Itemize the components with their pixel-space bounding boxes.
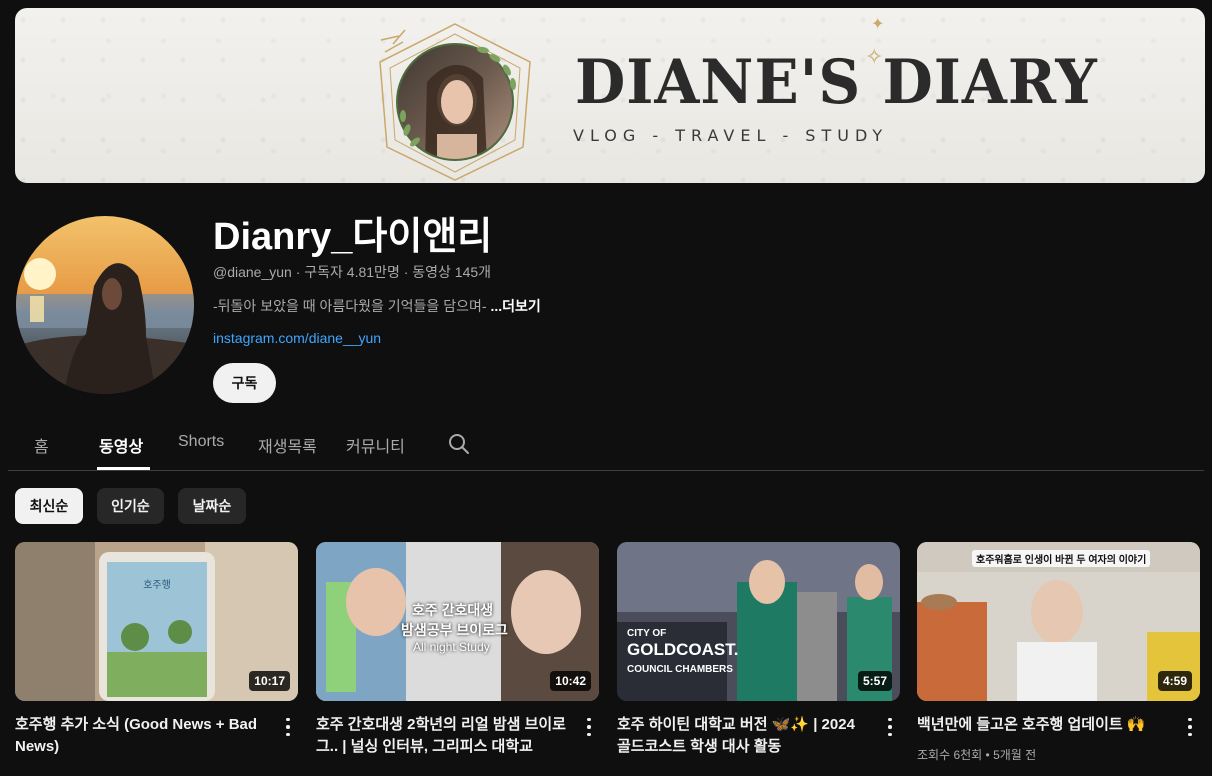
- video-duration: 4:59: [1157, 671, 1192, 691]
- chip-popular[interactable]: 인기순: [97, 488, 164, 524]
- channel-description: -뒤돌아 보았을 때 아름다웠을 기억들을 담으며- ...더보기: [213, 296, 541, 316]
- sparkle-icon: ✦: [871, 16, 885, 33]
- more-options-icon[interactable]: [581, 716, 597, 738]
- thumbnail-overlay-text: CITY OF: [627, 628, 667, 639]
- banner-subtitle: VLOG - TRAVEL - STUDY: [573, 126, 889, 145]
- description-text: -뒤돌아 보았을 때 아름다웠을 기억들을 담으며-: [213, 298, 487, 314]
- more-options-icon[interactable]: [1182, 716, 1198, 738]
- video-meta: 조회수 6천회 • 5개월 전: [917, 748, 1037, 762]
- channel-tabs: 홈 동영상 Shorts 재생목록 커뮤니티: [0, 425, 1212, 471]
- video-title[interactable]: 호주행 추가 소식 (Good News + Bad News): [15, 714, 267, 758]
- video-duration: 5:57: [857, 671, 892, 691]
- tab-shorts[interactable]: Shorts: [178, 433, 224, 451]
- youtube-channel-page: DIANE'S DIARY VLOG - TRAVEL - STUDY ✦ ✧ …: [0, 0, 1212, 776]
- video-title[interactable]: 백년만에 들고온 호주행 업데이트 🙌: [917, 714, 1169, 736]
- thumbnail-overlay-text: GOLDCOAST.: [627, 640, 739, 659]
- more-link[interactable]: ...더보기: [491, 298, 541, 314]
- thumbnail-overlay-text: All night Study: [413, 640, 490, 654]
- thumbnail-overlay-text: 호주워홈로 인생이 바뀐 두 여자의 이야기: [972, 550, 1151, 567]
- tab-playlists[interactable]: 재생목록: [258, 433, 317, 457]
- meta-separator: ·: [403, 264, 409, 280]
- channel-avatar[interactable]: [16, 216, 194, 394]
- search-icon[interactable]: [447, 432, 471, 456]
- video-card[interactable]: 호주 간호대생 밤샘공부 브이로그 All night Study 10:42 …: [316, 542, 599, 774]
- thumbnail-overlay-text: 밤샘공부 브이로그: [401, 622, 508, 638]
- channel-handle: @diane_yun: [213, 264, 292, 280]
- chip-latest[interactable]: 최신순: [15, 488, 83, 524]
- meta-separator: ·: [295, 264, 301, 280]
- tab-home[interactable]: 홈: [34, 433, 49, 457]
- thumbnail-overlay-text: COUNCIL CHAMBERS: [627, 664, 733, 675]
- thumbnail-overlay-text: 호주 간호대생: [412, 602, 494, 618]
- more-options-icon[interactable]: [882, 716, 898, 738]
- video-count: 동영상 145개: [412, 264, 492, 280]
- video-card[interactable]: 호주행 10:17 호주행 추가 소식 (Good News + Bad New…: [15, 542, 298, 774]
- more-options-icon[interactable]: [280, 716, 296, 738]
- subscribe-button[interactable]: 구독: [213, 363, 276, 403]
- video-card[interactable]: CITY OF GOLDCOAST. COUNCIL CHAMBERS 5:57…: [617, 542, 900, 774]
- video-title[interactable]: 호주 간호대생 2학년의 리얼 밤샘 브이로그.. | 널싱 인터뷰, 그리피스…: [316, 714, 568, 758]
- video-duration: 10:42: [550, 671, 591, 691]
- channel-banner: DIANE'S DIARY VLOG - TRAVEL - STUDY ✦ ✧: [15, 8, 1205, 183]
- video-card[interactable]: 호주워홈로 인생이 바뀐 두 여자의 이야기 4:59 백년만에 들고온 호주행…: [917, 542, 1200, 774]
- tab-videos[interactable]: 동영상: [99, 433, 143, 457]
- tabs-divider: [8, 470, 1204, 471]
- channel-meta: @diane_yun · 구독자 4.81만명 · 동영상 145개: [213, 262, 491, 282]
- chip-oldest[interactable]: 날짜순: [178, 488, 246, 524]
- subscriber-count: 구독자 4.81만명: [304, 264, 400, 280]
- banner-title: DIANE'S DIARY: [575, 46, 1098, 118]
- channel-name: Dianry_다이앤리: [213, 216, 493, 258]
- svg-text:호주행: 호주행: [143, 579, 171, 591]
- tab-community[interactable]: 커뮤니티: [346, 433, 405, 457]
- banner-portrait-logo: [379, 23, 531, 181]
- instagram-link[interactable]: instagram.com/diane__yun: [213, 330, 381, 346]
- video-duration: 10:17: [249, 671, 290, 691]
- video-title[interactable]: 호주 하이틴 대학교 버전 🦋✨ | 2024 골드코스트 학생 대사 활동: [617, 714, 869, 758]
- sparkle-icon: ✧: [865, 44, 884, 69]
